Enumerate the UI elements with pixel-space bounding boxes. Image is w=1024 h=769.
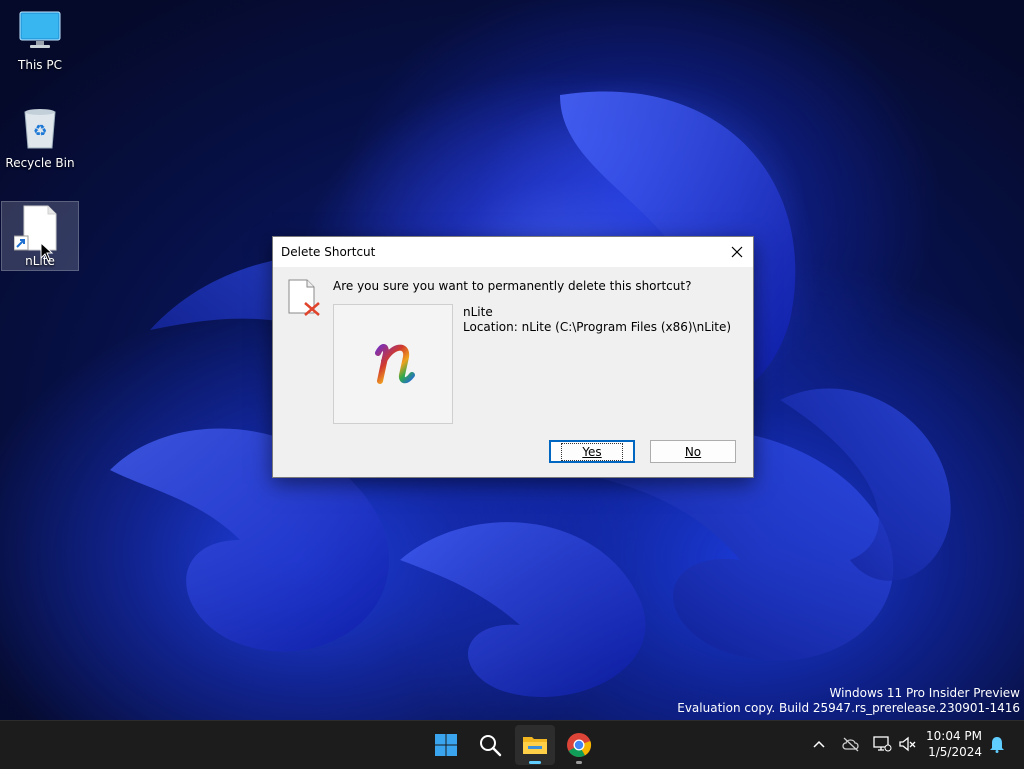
item-location: Location: nLite (C:\Program Files (x86)\… [463,320,732,334]
taskbar: 10:04 PM 1/5/2024 [0,720,1024,769]
search-icon [480,735,502,757]
dialog-title: Delete Shortcut [281,245,376,259]
onedrive-button[interactable] [840,733,862,755]
clock-date: 1/5/2024 [928,745,982,759]
search-button[interactable] [470,725,510,765]
volume-muted-icon [899,736,916,752]
bell-icon [990,737,1004,753]
yes-button[interactable]: Yes [549,440,635,463]
desktop-icon-recycle-bin[interactable]: ♻ Recycle Bin [2,104,78,172]
windows-start-icon [435,734,457,756]
confirmation-question: Are you sure you want to permanently del… [333,279,692,293]
notifications-button[interactable] [986,733,1008,755]
desktop-icon-label: This PC [18,58,62,72]
chrome-button[interactable] [559,725,599,765]
yes-button-label: Yes [582,444,602,459]
chevron-up-icon [813,740,825,748]
watermark-line-1: Windows 11 Pro Insider Preview [829,686,1020,700]
cloud-offline-icon [842,737,859,752]
close-icon [731,246,743,258]
evaluation-watermark: Windows 11 Pro Insider Preview Evaluatio… [677,686,1020,716]
desktop-icon-nlite[interactable]: nLite [1,201,79,271]
delete-shortcut-dialog: Delete Shortcut Are you sure you want to… [272,236,754,478]
network-button[interactable] [871,733,893,755]
no-button[interactable]: No [650,440,736,463]
item-name: nLite [463,305,493,319]
delete-file-icon [288,279,320,316]
active-indicator [529,761,541,764]
svg-text:♻: ♻ [33,121,47,140]
close-button[interactable] [721,237,753,267]
shortcut-thumbnail [333,304,453,424]
mouse-cursor-icon [40,242,54,262]
desktop-icon-label: Recycle Bin [5,156,75,170]
desktop-icon-this-pc[interactable]: This PC [2,6,78,74]
watermark-line-2: Evaluation copy. Build 25947.rs_prerelea… [677,701,1020,715]
file-explorer-button[interactable] [515,725,555,765]
monitor-icon [19,11,61,48]
volume-button[interactable] [897,733,919,755]
network-icon [873,736,892,752]
clock[interactable]: 10:04 PM 1/5/2024 [926,728,982,760]
start-button[interactable] [426,725,466,765]
clock-time: 10:04 PM [926,729,982,743]
no-button-label: No [684,444,702,459]
chrome-icon [567,733,592,758]
dialog-titlebar[interactable]: Delete Shortcut [273,237,753,267]
recycle-bin-icon: ♻ [24,109,56,149]
show-hidden-icons-button[interactable] [808,733,830,755]
folder-icon [523,737,547,754]
running-indicator [576,761,582,764]
nlite-logo-icon [375,344,415,384]
